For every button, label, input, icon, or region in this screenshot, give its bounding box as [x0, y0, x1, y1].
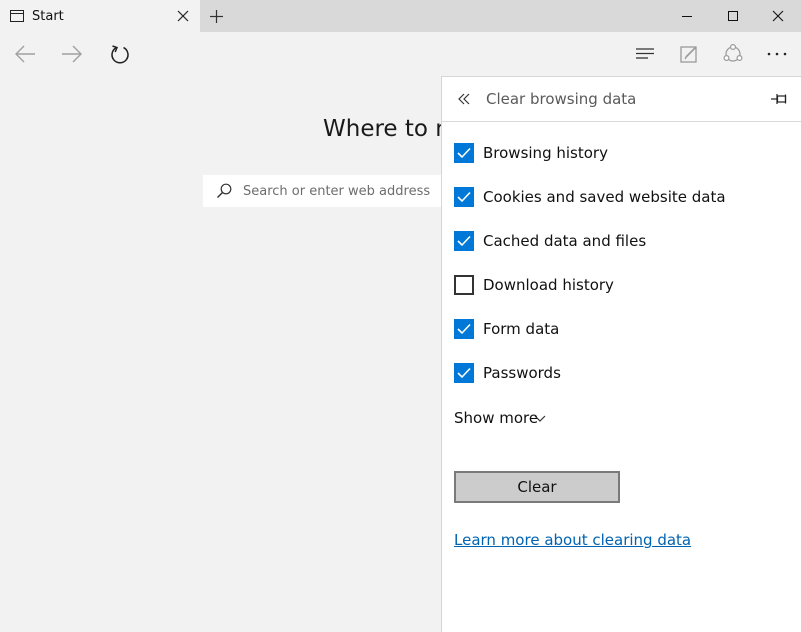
share-icon	[723, 43, 743, 62]
checkbox-form-data[interactable]	[454, 319, 474, 339]
checkmark-icon	[457, 147, 471, 159]
double-chevron-left-icon[interactable]	[456, 91, 472, 107]
checkbox-cached-data[interactable]	[454, 231, 474, 251]
refresh-button[interactable]	[98, 32, 142, 76]
more-icon	[767, 52, 787, 56]
option-label: Form data	[483, 320, 560, 338]
minimize-button[interactable]	[664, 0, 710, 32]
title-bar: Start	[0, 0, 801, 32]
back-arrow-icon	[15, 45, 35, 63]
start-page-heading: Where to n	[323, 116, 450, 142]
more-button[interactable]	[755, 32, 799, 76]
panel-header: Clear browsing data	[442, 77, 801, 122]
share-button[interactable]	[711, 32, 755, 76]
forward-button[interactable]	[50, 32, 94, 76]
web-note-icon	[680, 46, 697, 63]
tab-title: Start	[32, 9, 64, 24]
panel-title: Clear browsing data	[486, 90, 637, 108]
option-label: Passwords	[483, 364, 561, 382]
web-note-button[interactable]	[667, 32, 711, 76]
option-passwords[interactable]: Passwords	[454, 363, 784, 385]
minimize-icon	[682, 16, 692, 17]
clear-browsing-data-panel: Clear browsing data Browsing history Coo…	[441, 76, 801, 632]
hub-icon	[636, 48, 654, 59]
checkbox-passwords[interactable]	[454, 363, 474, 383]
checkmark-icon	[457, 367, 471, 379]
tab-page-icon	[10, 10, 24, 22]
back-button[interactable]	[3, 32, 47, 76]
option-label: Cached data and files	[483, 232, 647, 250]
checkbox-browsing-history[interactable]	[454, 143, 474, 163]
clear-button[interactable]: Clear	[454, 471, 620, 503]
tab-start[interactable]: Start	[0, 0, 200, 32]
checkmark-icon	[457, 323, 471, 335]
learn-more-link[interactable]: Learn more about clearing data	[454, 531, 691, 549]
option-cached-data[interactable]: Cached data and files	[454, 231, 784, 253]
option-cookies[interactable]: Cookies and saved website data	[454, 187, 784, 209]
option-download-history[interactable]: Download history	[454, 275, 784, 297]
show-more-toggle[interactable]: Show more	[454, 409, 574, 429]
hub-button[interactable]	[623, 32, 667, 76]
close-window-button[interactable]	[755, 0, 801, 32]
navigation-bar	[0, 32, 801, 76]
checkmark-icon	[457, 235, 471, 247]
option-browsing-history[interactable]: Browsing history	[454, 143, 784, 165]
chevron-down-icon	[534, 415, 546, 422]
show-more-label: Show more	[454, 409, 539, 427]
checkbox-download-history[interactable]	[454, 275, 474, 295]
search-box[interactable]	[203, 175, 443, 207]
search-input[interactable]	[243, 181, 438, 201]
refresh-icon	[111, 45, 129, 64]
option-label: Download history	[483, 276, 614, 294]
option-label: Browsing history	[483, 144, 608, 162]
close-tab-icon[interactable]	[176, 9, 190, 23]
new-tab-plus-icon[interactable]	[208, 8, 225, 25]
maximize-button[interactable]	[710, 0, 756, 32]
option-label: Cookies and saved website data	[483, 188, 726, 206]
pin-icon[interactable]	[770, 91, 790, 107]
close-icon	[772, 10, 784, 22]
option-form-data[interactable]: Form data	[454, 319, 784, 341]
maximize-icon	[728, 11, 738, 21]
checkbox-cookies[interactable]	[454, 187, 474, 207]
checkmark-icon	[457, 191, 471, 203]
forward-arrow-icon	[62, 45, 82, 63]
search-icon	[217, 183, 232, 198]
